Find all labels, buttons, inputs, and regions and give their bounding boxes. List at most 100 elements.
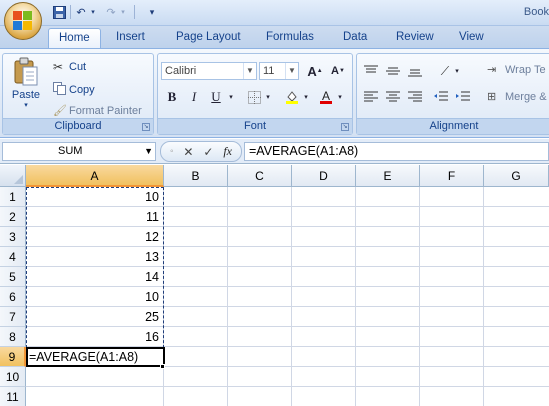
column-header-f[interactable]: F xyxy=(420,165,484,187)
increase-indent-icon[interactable] xyxy=(453,88,473,106)
undo-dropdown-icon[interactable]: ▾ xyxy=(89,4,97,20)
italic-button[interactable]: I xyxy=(184,88,204,106)
grid-column-line xyxy=(419,187,420,406)
tab-view[interactable]: View xyxy=(449,28,494,48)
tab-formulas[interactable]: Formulas xyxy=(256,28,324,48)
tab-review[interactable]: Review xyxy=(386,28,444,48)
title-bar: ↶ ▾ ↷ ▾ ▾ Book xyxy=(0,0,549,40)
row-header-8[interactable]: 8 xyxy=(0,327,26,347)
merge-center-button[interactable]: ⊞ Merge & xyxy=(487,90,547,104)
insert-function-icon[interactable]: fx xyxy=(223,144,232,159)
splitter-icon: ◦ xyxy=(169,146,174,157)
redo-icon[interactable]: ↷ xyxy=(104,4,118,20)
window-title: Book xyxy=(523,6,549,18)
fill-handle[interactable] xyxy=(160,364,165,369)
font-name-value: Calibri xyxy=(165,65,197,77)
row-header-3[interactable]: 3 xyxy=(0,227,26,247)
row-header-11[interactable]: 11 xyxy=(0,387,26,406)
name-box[interactable]: SUM ▼ xyxy=(2,142,156,161)
underline-dropdown-icon[interactable]: ▾ xyxy=(226,88,236,106)
column-header-b[interactable]: B xyxy=(164,165,228,187)
paste-dropdown-icon: ▾ xyxy=(24,102,28,109)
row-header-6[interactable]: 6 xyxy=(0,287,26,307)
wrap-text-icon: ⇥ xyxy=(487,64,497,76)
paste-button[interactable]: Paste ▾ xyxy=(8,57,44,119)
column-header-a[interactable]: A xyxy=(26,165,164,187)
bold-button[interactable]: B xyxy=(162,88,182,106)
tab-insert[interactable]: Insert xyxy=(106,28,155,48)
font-size-value: 11 xyxy=(263,65,275,77)
align-bottom-icon[interactable] xyxy=(405,62,425,80)
font-size-combo[interactable]: 11 ▼ xyxy=(259,62,299,80)
format-painter-button[interactable]: 🖌 Format Painter xyxy=(53,104,142,118)
format-painter-label: Format Painter xyxy=(69,104,142,117)
font-name-combo[interactable]: Calibri ▼ xyxy=(161,62,257,80)
copy-button[interactable]: Copy xyxy=(53,82,95,98)
column-header-d[interactable]: D xyxy=(292,165,356,187)
formula-input[interactable]: =AVERAGE(A1:A8) xyxy=(244,142,549,161)
grid-column-line xyxy=(483,187,484,406)
column-header-c[interactable]: C xyxy=(228,165,292,187)
save-icon[interactable] xyxy=(52,4,66,20)
tab-data[interactable]: Data xyxy=(333,28,377,48)
borders-dropdown-icon[interactable]: ▾ xyxy=(263,88,273,106)
clipboard-launcher-icon[interactable]: ↘ xyxy=(142,123,150,131)
active-cell-editor[interactable]: =AVERAGE(A1:A8) xyxy=(26,347,165,367)
cut-button[interactable]: ✂ Cut xyxy=(53,60,86,74)
cancel-icon[interactable]: ✕ xyxy=(183,145,193,159)
formula-buttons: ◦ ✕ ✓ fx xyxy=(160,141,242,162)
row-header-10[interactable]: 10 xyxy=(0,367,26,387)
brush-icon: 🖌 xyxy=(53,105,67,117)
undo-icon[interactable]: ↶ xyxy=(74,4,88,20)
redo-dropdown-icon[interactable]: ▾ xyxy=(119,4,127,20)
clipboard-group: Paste ▾ ✂ Cut Copy 🖌 Format Painter Clip… xyxy=(2,53,154,135)
qa-separator xyxy=(134,5,135,19)
clipboard-group-label: Clipboard xyxy=(3,118,153,134)
name-box-value: SUM xyxy=(58,145,83,157)
wrap-text-button[interactable]: ⇥ Wrap Te xyxy=(487,63,546,77)
customize-icon[interactable]: ▾ xyxy=(146,4,158,20)
column-header-e[interactable]: E xyxy=(356,165,420,187)
tab-page-layout[interactable]: Page Layout xyxy=(166,28,251,48)
borders-icon[interactable] xyxy=(244,88,264,106)
font-launcher-icon[interactable]: ↘ xyxy=(341,123,349,131)
underline-button[interactable]: U xyxy=(206,88,226,106)
decrease-indent-icon[interactable] xyxy=(431,88,451,106)
alignment-group: ⟋ ▾ ⇥ Wrap Te ⊞ Merge & Alignment xyxy=(356,53,549,135)
merge-icon: ⊞ xyxy=(487,91,497,103)
row-header-4[interactable]: 4 xyxy=(0,247,26,267)
tab-home[interactable]: Home xyxy=(48,28,101,48)
row-header-5[interactable]: 5 xyxy=(0,267,26,287)
merge-label: Merge & xyxy=(505,90,547,103)
orientation-dropdown-icon[interactable]: ▾ xyxy=(452,62,462,80)
row-header-7[interactable]: 7 xyxy=(0,307,26,327)
range-highlight xyxy=(26,187,164,348)
row-header-9[interactable]: 9 xyxy=(0,347,26,367)
shrink-font-button[interactable]: A ▼ xyxy=(328,62,348,80)
align-center-icon[interactable] xyxy=(383,88,403,106)
select-all-button[interactable] xyxy=(0,165,26,187)
fill-color-dropdown-icon[interactable]: ▾ xyxy=(301,88,311,106)
chevron-down-icon[interactable]: ▼ xyxy=(144,143,153,160)
align-top-icon[interactable] xyxy=(361,62,381,80)
column-header-g[interactable]: G xyxy=(484,165,549,187)
row-header-1[interactable]: 1 xyxy=(0,187,26,207)
align-left-icon[interactable] xyxy=(361,88,381,106)
office-button[interactable] xyxy=(4,2,42,40)
grid-row-line xyxy=(26,386,549,387)
chevron-down-icon[interactable]: ▼ xyxy=(243,63,256,79)
chevron-down-icon[interactable]: ▼ xyxy=(285,63,298,79)
enter-icon[interactable]: ✓ xyxy=(203,145,213,159)
align-right-icon[interactable] xyxy=(405,88,425,106)
font-color-dropdown-icon[interactable]: ▾ xyxy=(335,88,345,106)
copy-label: Copy xyxy=(69,84,95,96)
copy-icon xyxy=(53,82,69,98)
ribbon: Paste ▾ ✂ Cut Copy 🖌 Format Painter Clip… xyxy=(0,48,549,138)
font-group: Calibri ▼ 11 ▼ A ▲ A ▼ B I U ▾ ▾ ▾ A ▾ Fon… xyxy=(157,53,353,135)
fill-color-icon[interactable] xyxy=(282,88,302,106)
paste-icon xyxy=(14,57,38,86)
font-color-icon[interactable]: A xyxy=(316,88,336,106)
row-header-2[interactable]: 2 xyxy=(0,207,26,227)
align-middle-icon[interactable] xyxy=(383,62,403,80)
grow-font-button[interactable]: A ▲ xyxy=(305,62,325,80)
